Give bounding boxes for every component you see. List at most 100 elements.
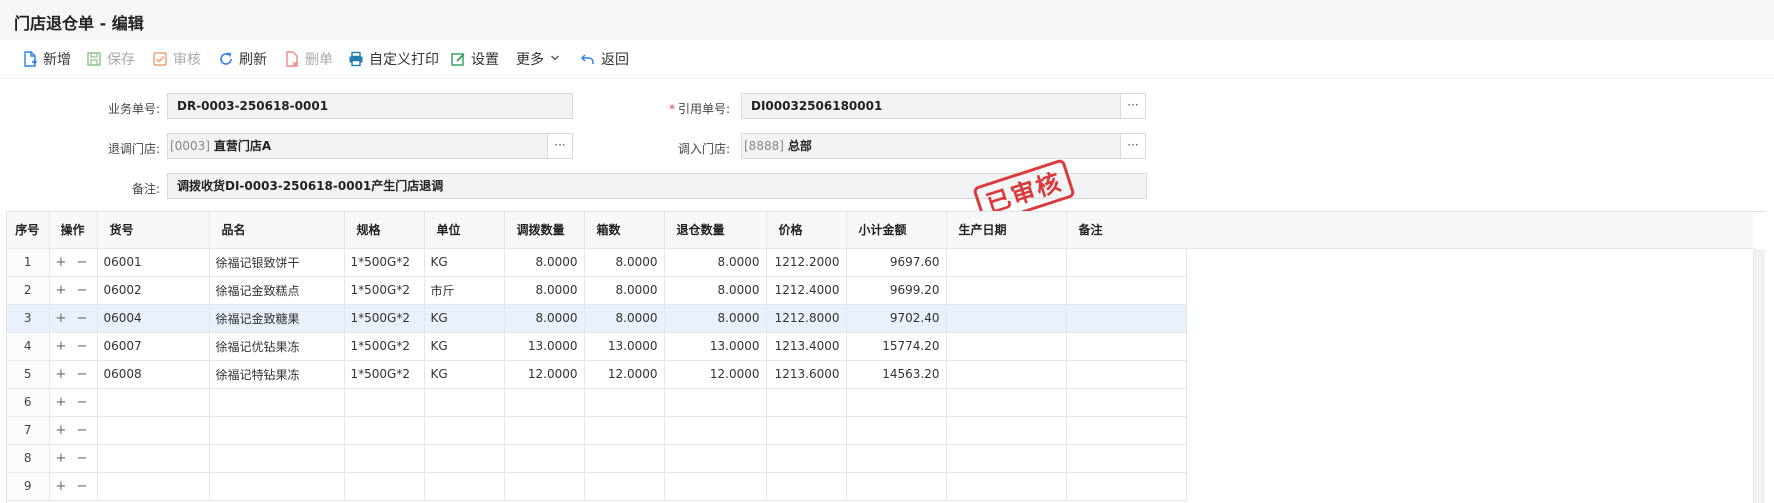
row-ops[interactable]: + − — [49, 360, 98, 389]
cell-name[interactable] — [209, 416, 345, 445]
cell-name[interactable]: 徐福记银致饼干 — [209, 248, 345, 277]
row-ops[interactable]: + − — [49, 332, 98, 361]
cell-boxes[interactable] — [584, 444, 665, 473]
cell-unit[interactable]: 市斤 — [424, 276, 505, 305]
cell-amount[interactable]: 14563.20 — [846, 360, 947, 389]
col-header-unit[interactable]: 单位 — [424, 212, 505, 249]
cell-code[interactable] — [97, 388, 210, 417]
cell-price[interactable]: 1213.4000 — [766, 332, 847, 361]
cell-return-qty[interactable] — [664, 388, 767, 417]
custom-print-button[interactable]: 自定义打印 — [348, 49, 439, 69]
col-header-code[interactable]: 货号 — [97, 212, 210, 249]
cell-boxes[interactable]: 8.0000 — [584, 248, 665, 277]
cell-qty[interactable] — [504, 444, 585, 473]
cell-spec[interactable]: 1*500G*2 — [344, 360, 425, 389]
table-row[interactable]: 8 + − — [7, 444, 1187, 473]
col-header-spec[interactable]: 规格 — [344, 212, 425, 249]
col-header-price[interactable]: 价格 — [766, 212, 847, 249]
cell-amount[interactable]: 9702.40 — [846, 304, 947, 333]
cell-return-qty[interactable] — [664, 472, 767, 501]
col-header-boxes[interactable]: 箱数 — [584, 212, 665, 249]
cell-boxes[interactable]: 8.0000 — [584, 276, 665, 305]
table-row[interactable]: 6 + − — [7, 388, 1187, 417]
table-row[interactable]: 2 + −06002 徐福记金致糕点 1*500G*2 市斤 8.0000 8.0000 8.… — [7, 276, 1187, 305]
ref-no-picker-button[interactable]: ··· — [1120, 93, 1146, 119]
cell-remark[interactable] — [1066, 388, 1187, 417]
cell-amount[interactable]: 9699.20 — [846, 276, 947, 305]
cell-spec[interactable] — [344, 388, 425, 417]
refresh-button[interactable]: 刷新 — [218, 49, 267, 69]
cell-qty[interactable]: 8.0000 — [504, 304, 585, 333]
cell-boxes[interactable] — [584, 416, 665, 445]
cell-return-qty[interactable]: 8.0000 — [664, 248, 767, 277]
cell-prod-date[interactable] — [946, 304, 1067, 333]
cell-code[interactable] — [97, 472, 210, 501]
cell-spec[interactable] — [344, 444, 425, 473]
cell-amount[interactable]: 9697.60 — [846, 248, 947, 277]
cell-amount[interactable] — [846, 472, 947, 501]
new-button[interactable]: 新增 — [22, 49, 71, 69]
ref-no-field[interactable]: DI00032506180001 — [741, 93, 1121, 119]
cell-spec[interactable] — [344, 416, 425, 445]
cell-unit[interactable]: KG — [424, 332, 505, 361]
out-store-picker-button[interactable]: ··· — [547, 133, 573, 159]
cell-name[interactable]: 徐福记特钻果冻 — [209, 360, 345, 389]
cell-return-qty[interactable]: 8.0000 — [664, 304, 767, 333]
in-store-field[interactable]: [8888] 总部 — [741, 133, 1121, 159]
cell-price[interactable] — [766, 388, 847, 417]
table-row[interactable]: 4 + −06007 徐福记优钻果冻 1*500G*2 KG 13.0000 13.0000… — [7, 332, 1187, 361]
cell-prod-date[interactable] — [946, 416, 1067, 445]
cell-name[interactable] — [209, 388, 345, 417]
table-row[interactable]: 1 + −06001 徐福记银致饼干 1*500G*2 KG 8.0000 8.0000 8.… — [7, 248, 1187, 277]
cell-unit[interactable] — [424, 444, 505, 473]
cell-prod-date[interactable] — [946, 332, 1067, 361]
cell-prod-date[interactable] — [946, 388, 1067, 417]
row-ops[interactable]: + − — [49, 276, 98, 305]
cell-code[interactable]: 06001 — [97, 248, 210, 277]
cell-spec[interactable]: 1*500G*2 — [344, 332, 425, 361]
cell-code[interactable]: 06002 — [97, 276, 210, 305]
table-row[interactable]: 7 + − — [7, 416, 1187, 445]
cell-amount[interactable] — [846, 444, 947, 473]
cell-price[interactable]: 1213.6000 — [766, 360, 847, 389]
cell-boxes[interactable]: 12.0000 — [584, 360, 665, 389]
cell-boxes[interactable]: 13.0000 — [584, 332, 665, 361]
table-row[interactable]: 3 + −06004 徐福记金致糖果 1*500G*2 KG 8.0000 8.0000 8.… — [7, 304, 1187, 333]
cell-price[interactable] — [766, 416, 847, 445]
grid-vertical-scrollbar[interactable] — [1753, 249, 1765, 503]
cell-unit[interactable] — [424, 472, 505, 501]
more-button[interactable]: 更多 — [516, 49, 560, 69]
cell-remark[interactable] — [1066, 248, 1187, 277]
cell-price[interactable]: 1212.2000 — [766, 248, 847, 277]
biz-no-field[interactable]: DR-0003-250618-0001 — [167, 93, 573, 119]
cell-boxes[interactable] — [584, 388, 665, 417]
cell-remark[interactable] — [1066, 332, 1187, 361]
cell-prod-date[interactable] — [946, 276, 1067, 305]
col-header-name[interactable]: 品名 — [209, 212, 345, 249]
cell-name[interactable] — [209, 444, 345, 473]
cell-unit[interactable] — [424, 388, 505, 417]
cell-unit[interactable] — [424, 416, 505, 445]
cell-price[interactable] — [766, 444, 847, 473]
cell-return-qty[interactable] — [664, 416, 767, 445]
cell-price[interactable]: 1212.4000 — [766, 276, 847, 305]
out-store-field[interactable]: [0003] 直营门店A — [167, 133, 548, 159]
row-ops[interactable]: + − — [49, 444, 98, 473]
row-ops[interactable]: + − — [49, 388, 98, 417]
delete-button[interactable]: 删单 — [284, 49, 333, 69]
cell-qty[interactable]: 12.0000 — [504, 360, 585, 389]
cell-qty[interactable]: 13.0000 — [504, 332, 585, 361]
col-header-qty[interactable]: 调拨数量 — [504, 212, 585, 249]
cell-remark[interactable] — [1066, 444, 1187, 473]
table-row[interactable]: 5 + −06008 徐福记特钻果冻 1*500G*2 KG 12.0000 12.0000… — [7, 360, 1187, 389]
cell-unit[interactable]: KG — [424, 360, 505, 389]
cell-amount[interactable]: 15774.20 — [846, 332, 947, 361]
cell-boxes[interactable] — [584, 472, 665, 501]
table-row[interactable]: 9 + − — [7, 472, 1187, 501]
cell-return-qty[interactable]: 13.0000 — [664, 332, 767, 361]
cell-qty[interactable]: 8.0000 — [504, 276, 585, 305]
cell-remark[interactable] — [1066, 416, 1187, 445]
row-ops[interactable]: + − — [49, 416, 98, 445]
save-button[interactable]: 保存 — [86, 49, 135, 69]
cell-unit[interactable]: KG — [424, 304, 505, 333]
